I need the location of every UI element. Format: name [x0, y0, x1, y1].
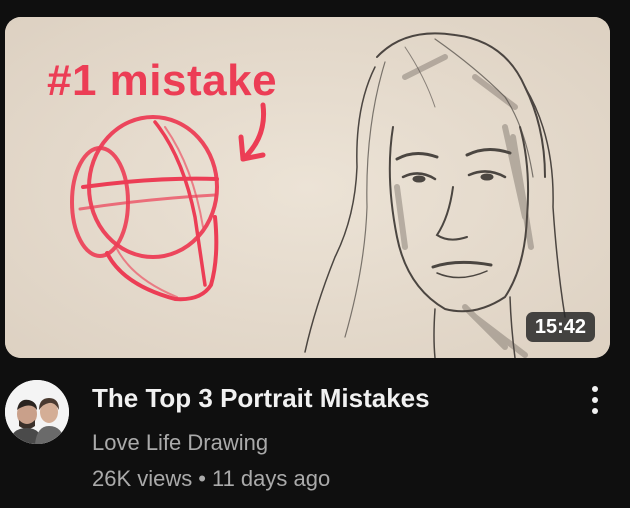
- channel-name[interactable]: Love Life Drawing: [92, 430, 268, 456]
- video-thumbnail[interactable]: #1 mistake 15:42: [5, 17, 610, 358]
- meta-separator: •: [198, 466, 206, 491]
- view-count: 26K views: [92, 466, 193, 491]
- video-card: #1 mistake 15:42 The Top 3 Portrait Mist…: [0, 0, 630, 508]
- more-actions-button[interactable]: [580, 382, 610, 418]
- thumbnail-overlay-title: #1 mistake: [47, 56, 278, 105]
- video-metadata: 26K views • 11 days ago: [92, 466, 330, 492]
- duration-badge: 15:42: [525, 312, 595, 342]
- upload-age: 11 days ago: [211, 466, 331, 491]
- vertical-dots-icon: [592, 386, 598, 414]
- video-title[interactable]: The Top 3 Portrait Mistakes: [92, 383, 562, 413]
- channel-avatar[interactable]: [5, 380, 69, 444]
